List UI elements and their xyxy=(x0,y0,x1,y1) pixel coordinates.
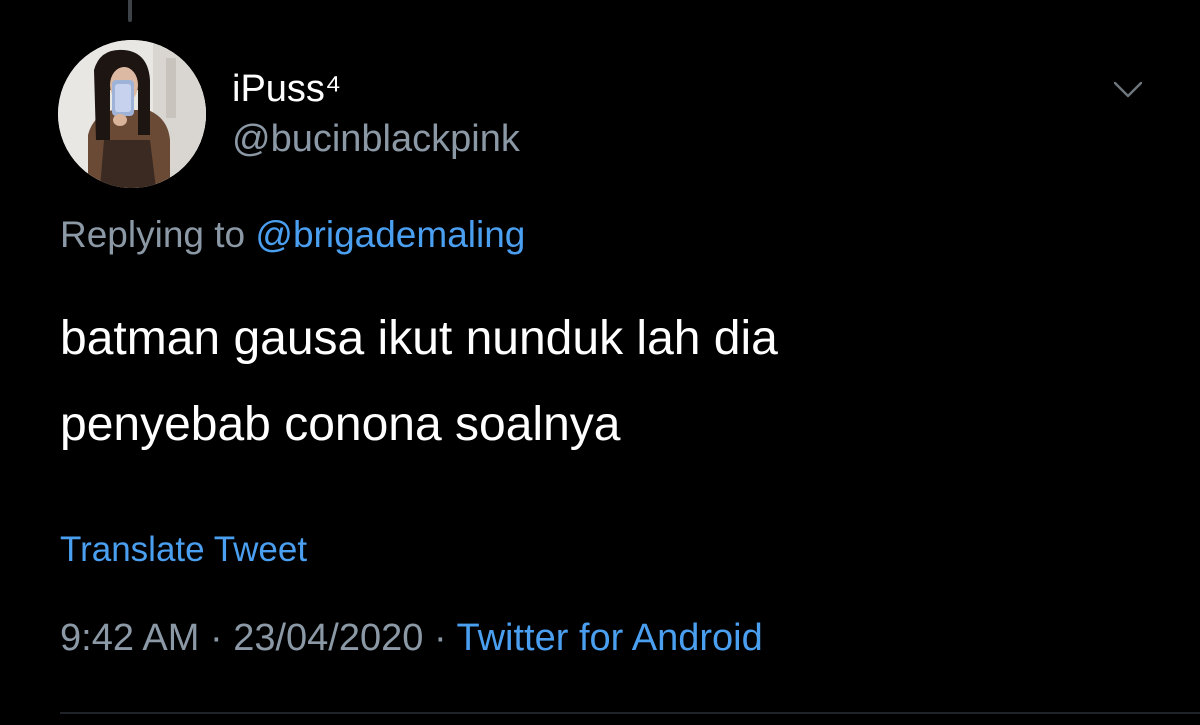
username-handle[interactable]: @bucinblackpink xyxy=(232,116,520,162)
meta-separator: · xyxy=(433,617,447,659)
replying-to-label: Replying to xyxy=(60,214,246,255)
thread-connector-line xyxy=(128,0,132,22)
divider xyxy=(60,712,1200,714)
display-name[interactable]: iPuss⁴ xyxy=(232,66,341,112)
tweet-metadata: 9:42 AM · 23/04/2020 · Twitter for Andro… xyxy=(60,614,763,662)
meta-separator: · xyxy=(209,617,223,659)
chevron-down-icon xyxy=(1113,81,1143,98)
more-options-button[interactable] xyxy=(1108,70,1148,110)
tweet-text-line: penyebab conona soalnya xyxy=(60,398,621,451)
reply-to-mention-link[interactable]: @brigademaling xyxy=(255,214,525,255)
tweet-date[interactable]: 23/04/2020 xyxy=(233,617,423,659)
translate-tweet-link[interactable]: Translate Tweet xyxy=(60,528,307,572)
avatar-photo xyxy=(58,40,206,188)
tweet-source-link[interactable]: Twitter for Android xyxy=(456,617,762,659)
tweet-text: batman gausa ikut nunduk lah dia penyeba… xyxy=(60,296,778,468)
replying-to-line: Replying to @brigademaling xyxy=(60,212,525,258)
tweet-time[interactable]: 9:42 AM xyxy=(60,617,199,659)
avatar[interactable] xyxy=(58,40,206,188)
tweet-text-line: batman gausa ikut nunduk lah dia xyxy=(60,312,778,365)
